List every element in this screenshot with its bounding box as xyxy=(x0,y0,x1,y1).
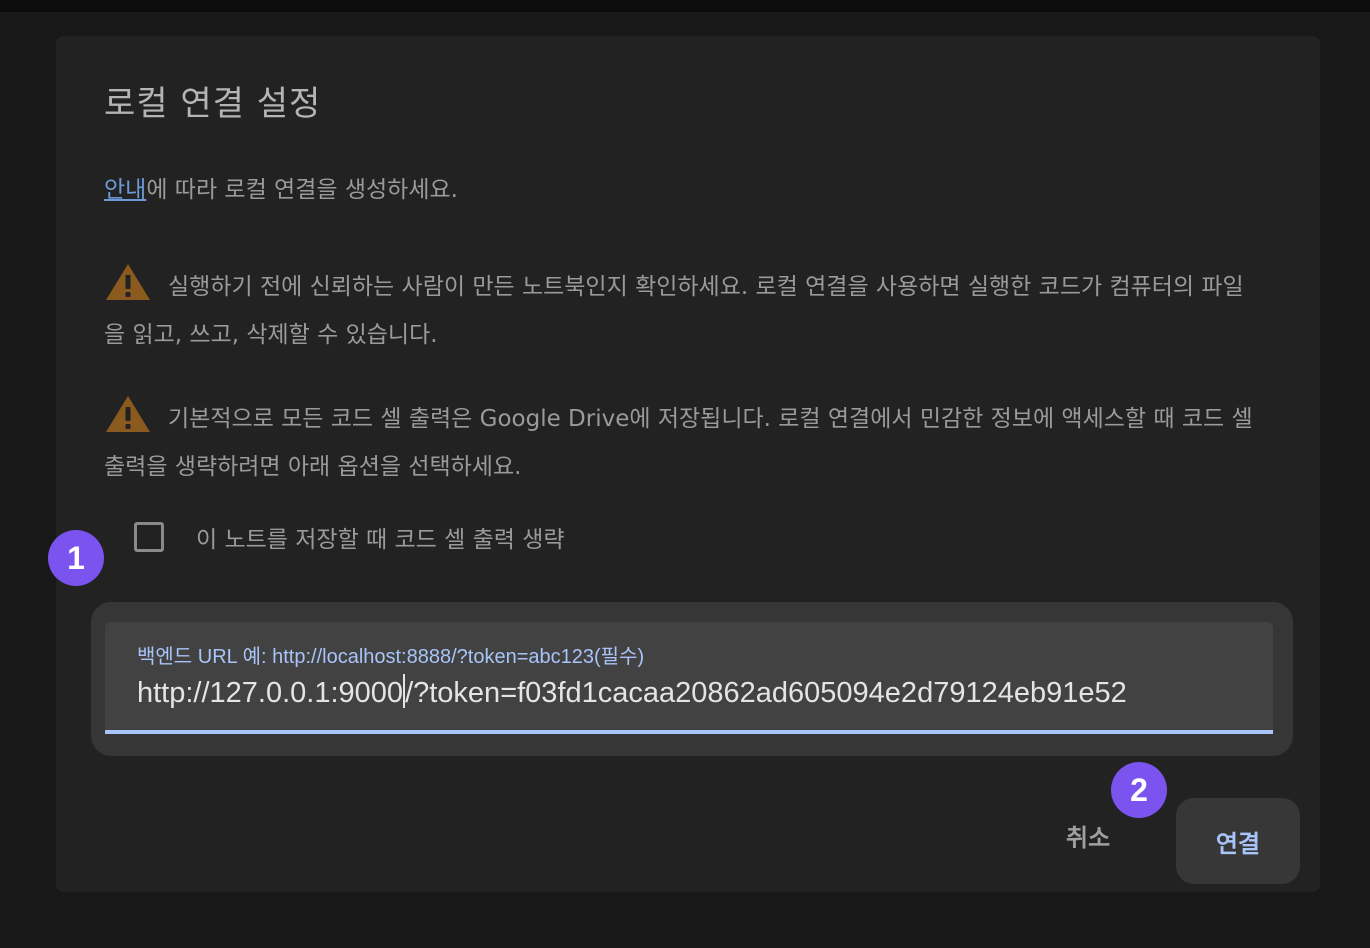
cancel-button[interactable]: 취소 xyxy=(1066,818,1110,853)
backend-url-input[interactable]: 백엔드 URL 예: http://localhost:8888/?token=… xyxy=(105,622,1273,734)
warning-triangle-icon xyxy=(104,262,152,302)
backend-url-label: 백엔드 URL 예: http://localhost:8888/?token=… xyxy=(137,646,645,668)
guide-text: 안내에 따라 로컬 연결을 생성하세요. xyxy=(104,166,1264,214)
top-bar-backdrop xyxy=(0,0,1370,12)
warning-message-1: 실행하기 전에 신뢰하는 사람이 만든 노트북인지 확인하세요. 로컬 연결을 … xyxy=(104,262,1264,359)
guide-link[interactable]: 안내 xyxy=(104,177,146,203)
backend-url-value-end: /?token=f03fd1cacaa20862ad605094e2d79124… xyxy=(405,677,1127,709)
omit-output-option: 이 노트를 저장할 때 코드 셀 출력 생략 xyxy=(134,520,565,554)
backend-url-container: 백엔드 URL 예: http://localhost:8888/?token=… xyxy=(91,602,1293,756)
warning-text-1: 실행하기 전에 신뢰하는 사람이 만든 노트북인지 확인하세요. 로컬 연결을 … xyxy=(104,274,1244,348)
warning-triangle-icon xyxy=(104,394,152,434)
connect-button[interactable]: 연결 xyxy=(1176,798,1300,884)
backend-url-value-start: http://127.0.0.1:9000 xyxy=(137,677,404,709)
warning-message-2: 기본적으로 모든 코드 셀 출력은 Google Drive에 저장됩니다. 로… xyxy=(104,394,1264,491)
step-badge-2: 2 xyxy=(1111,762,1167,818)
step-badge-1: 1 xyxy=(48,530,104,586)
warning-text-2: 기본적으로 모든 코드 셀 출력은 Google Drive에 저장됩니다. 로… xyxy=(104,406,1253,480)
omit-output-checkbox[interactable] xyxy=(134,522,164,552)
dialog-title: 로컬 연결 설정 xyxy=(104,84,322,124)
backend-url-value[interactable]: http://127.0.0.1:9000/?token=f03fd1cacaa… xyxy=(137,674,1127,710)
guide-text-rest: 에 따라 로컬 연결을 생성하세요. xyxy=(146,177,458,203)
omit-output-label: 이 노트를 저장할 때 코드 셀 출력 생략 xyxy=(196,527,565,553)
